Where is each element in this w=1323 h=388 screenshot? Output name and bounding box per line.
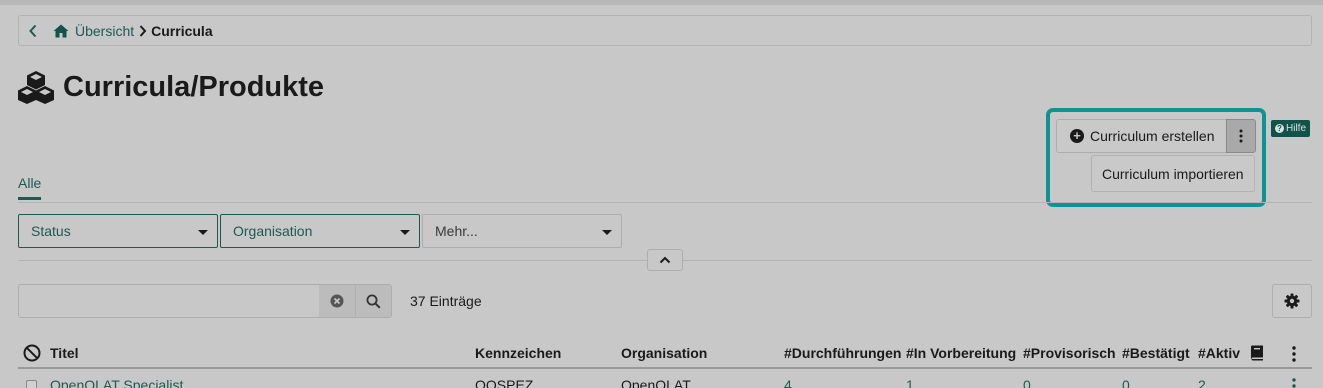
tab-active-indicator [18, 197, 41, 200]
chevron-up-icon [659, 256, 671, 264]
row-actions-button[interactable] [1292, 378, 1296, 388]
chevron-down-icon [602, 230, 612, 235]
help-label: Hilfe [1286, 123, 1307, 134]
search-button[interactable] [355, 285, 391, 317]
filter-more-select[interactable]: Mehr... [422, 214, 622, 248]
table-settings-button[interactable] [1272, 284, 1312, 318]
column-header-confirmed[interactable]: #Bestätigt [1122, 345, 1190, 361]
result-count: 37 Einträge [410, 293, 482, 309]
table-header-divider [18, 367, 1312, 369]
tab-divider [18, 202, 1312, 203]
gear-icon [1284, 293, 1300, 309]
tab-alle[interactable]: Alle [18, 175, 41, 191]
collapse-filters-button[interactable] [647, 249, 683, 271]
clear-search-button[interactable] [319, 285, 355, 317]
chevron-right-icon [139, 24, 147, 37]
column-header-in-preparation[interactable]: #In Vorbereitung [906, 345, 1016, 361]
more-actions-button[interactable] [1226, 119, 1256, 153]
select-all-toggle[interactable] [23, 344, 41, 365]
filter-organisation-label: Organisation [233, 223, 313, 239]
column-header-organisation[interactable]: Organisation [621, 345, 707, 361]
filter-organisation-select[interactable]: Organisation [220, 214, 420, 248]
search-input[interactable] [19, 285, 319, 317]
row-runs[interactable]: 4 [784, 377, 792, 388]
row-in-preparation[interactable]: 1 [906, 377, 914, 388]
row-title-link[interactable]: OpenOLAT Specialist [50, 377, 183, 388]
no-entry-icon [23, 344, 41, 362]
column-header-code[interactable]: Kennzeichen [475, 345, 561, 361]
breadcrumb: Übersicht Curricula [18, 15, 1312, 46]
column-header-active[interactable]: #Aktiv [1198, 345, 1240, 361]
filter-status-select[interactable]: Status [18, 214, 218, 248]
home-icon[interactable] [53, 24, 69, 38]
book-icon[interactable] [1250, 345, 1264, 364]
row-select-checkbox[interactable] [26, 380, 37, 388]
help-button[interactable]: ? Hilfe [1271, 120, 1311, 137]
chevron-down-icon [198, 230, 208, 235]
breadcrumb-home-link[interactable]: Übersicht [75, 23, 134, 39]
column-options-button[interactable] [1292, 346, 1296, 365]
column-header-title[interactable]: Titel [50, 345, 79, 361]
row-active[interactable]: 2 [1198, 377, 1206, 388]
clear-circle-icon [330, 294, 344, 308]
page-title-text: Curricula/Produkte [63, 70, 325, 103]
row-provisional[interactable]: 0 [1023, 377, 1031, 388]
row-confirmed[interactable]: 0 [1122, 377, 1130, 388]
breadcrumb-current: Curricula [151, 22, 213, 39]
search-box [18, 284, 392, 318]
chevron-down-icon [400, 230, 410, 235]
cubes-icon [18, 71, 54, 104]
import-curriculum-label: Curriculum importieren [1102, 165, 1244, 182]
filter-status-label: Status [31, 223, 71, 239]
page-title: Curricula/Produkte [18, 70, 324, 104]
vertical-dots-icon [1292, 378, 1296, 388]
filter-more-label: Mehr... [435, 223, 478, 239]
vertical-dots-icon [1239, 129, 1243, 143]
search-icon [366, 294, 381, 309]
back-icon[interactable] [19, 16, 47, 45]
create-curriculum-button[interactable]: + Curriculum erstellen [1056, 119, 1227, 153]
menu-item-import-curriculum[interactable]: Curriculum importieren [1091, 155, 1255, 192]
question-circle-icon: ? [1275, 124, 1284, 133]
plus-circle-icon: + [1070, 129, 1084, 143]
row-organisation: OpenOLAT [621, 377, 691, 388]
column-header-provisional[interactable]: #Provisorisch [1023, 345, 1116, 361]
row-code: OOSPEZ [475, 377, 534, 388]
top-edge [0, 0, 1323, 5]
vertical-dots-icon [1292, 346, 1296, 362]
column-header-runs[interactable]: #Durchführungen [784, 345, 901, 361]
create-curriculum-label: Curriculum erstellen [1090, 128, 1215, 144]
